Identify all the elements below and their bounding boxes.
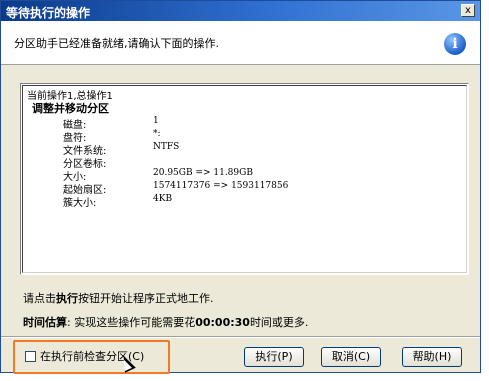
time-estimate-label: 时间估算: [23, 316, 67, 329]
pending-operations-dialog: 等待执行的操作 x 分区助手已经准备就绪,请确认下面的操作. i 当前操作1,总…: [0, 0, 481, 374]
detail-value: *:: [153, 129, 161, 139]
detail-value: NTFS: [153, 142, 180, 152]
header-message: 分区助手已经准备就绪,请确认下面的操作.: [14, 37, 219, 50]
operations-list[interactable]: 当前操作1,总操作1 调整并移动分区 磁盘: 1 盘符: *: 文件系统: NT…: [20, 83, 469, 275]
cancel-button[interactable]: 取消(C): [321, 347, 381, 367]
info-icon: i: [444, 33, 466, 55]
detail-value: 4KB: [153, 194, 173, 204]
detail-row-drive-letter: 盘符: *:: [63, 129, 161, 144]
detail-value: 1574117376 => 1593117856: [153, 181, 289, 191]
detail-value: 20.95GB => 11.89GB: [153, 168, 253, 178]
window-title: 等待执行的操作: [6, 6, 91, 20]
detail-row-volume-label: 分区卷标:: [63, 155, 153, 170]
detail-value: 1: [153, 116, 159, 126]
close-button[interactable]: x: [461, 4, 475, 17]
check-partition-checkbox[interactable]: [25, 351, 36, 362]
detail-row-start-sector: 起始扇区: 1574117376 => 1593117856: [63, 181, 288, 196]
detail-row-size: 大小: 20.95GB => 11.89GB: [63, 168, 253, 183]
detail-row-cluster-size: 簇大小: 4KB: [63, 194, 172, 209]
help-button[interactable]: 帮助(H): [402, 347, 462, 367]
time-estimate-duration: 00:00:30: [195, 316, 250, 329]
detail-row-disk: 磁盘: 1: [63, 116, 159, 131]
detail-row-file-system: 文件系统: NTFS: [63, 142, 179, 157]
header-panel: 分区助手已经准备就绪,请确认下面的操作. i: [1, 21, 480, 65]
title-bar: 等待执行的操作 x: [1, 1, 480, 21]
instruction-text: 请点击执行按钮开始让程序正式地工作.: [23, 292, 214, 305]
operation-title: 调整并移动分区: [32, 102, 109, 115]
detail-label: 簇大小:: [63, 198, 97, 209]
footer-divider: [1, 336, 480, 338]
execute-button[interactable]: 执行(P): [244, 347, 304, 367]
time-estimate: 时间估算: 实现这些操作可能需要花00:00:30时间或更多.: [23, 316, 309, 329]
